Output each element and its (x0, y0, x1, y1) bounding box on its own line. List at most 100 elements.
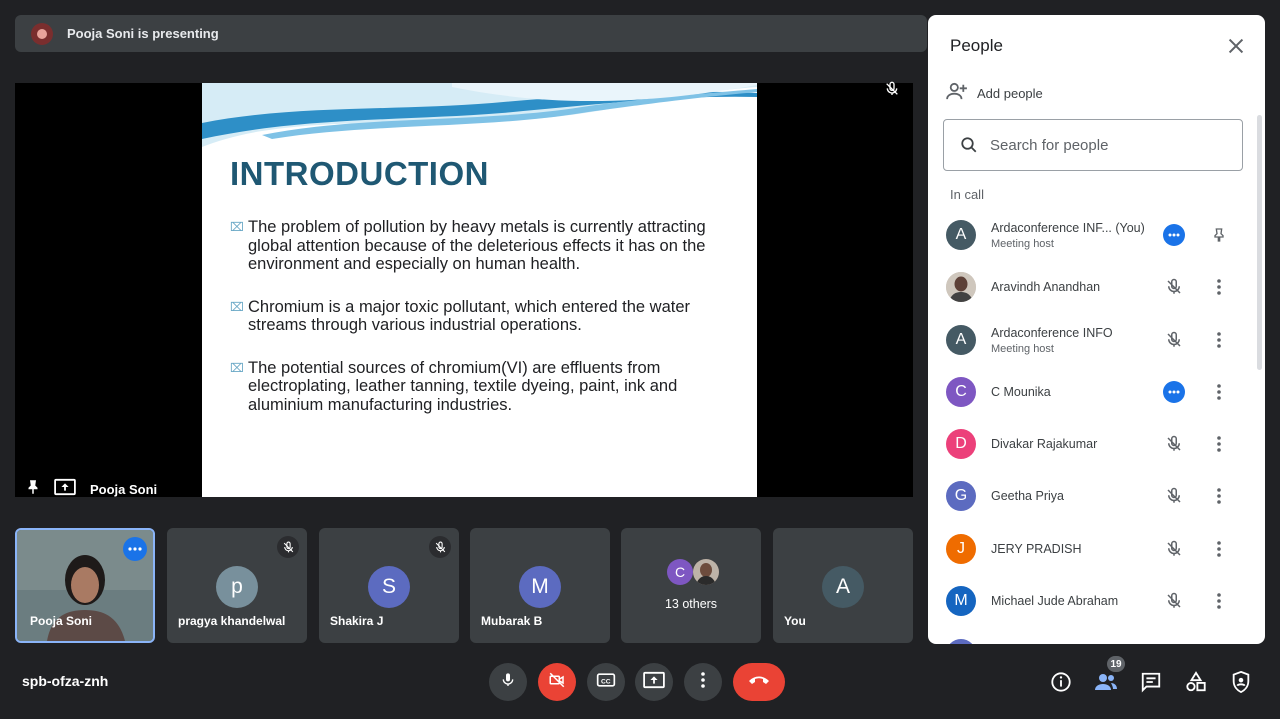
mic-off-icon (1162, 328, 1186, 352)
participant-name: Divakar Rajakumar (991, 437, 1098, 451)
participant-row[interactable]: A Ardaconference INF... (You) Meeting ho… (946, 215, 1246, 257)
camera-off-button[interactable] (538, 663, 576, 701)
participant-tile-shakira[interactable]: S Shakira J (319, 528, 459, 643)
pin-icon[interactable] (1207, 223, 1231, 247)
participant-avatar-partial (946, 639, 976, 644)
leave-call-button[interactable] (733, 663, 785, 701)
participant-tile-mubarak[interactable]: M Mubarak B (470, 528, 610, 643)
captions-button[interactable]: CC (587, 663, 625, 701)
speaking-indicator (1162, 223, 1186, 247)
more-vert-icon[interactable] (1207, 484, 1231, 508)
participant-avatar: J (946, 534, 976, 564)
close-icon[interactable] (1225, 35, 1247, 57)
mic-off-icon (1162, 484, 1186, 508)
person-add-icon (946, 82, 968, 105)
captions-icon: CC (596, 672, 616, 693)
participant-tile-pooja-soni[interactable]: Pooja Soni (15, 528, 155, 643)
participant-tile-you[interactable]: A You (773, 528, 913, 643)
more-vert-icon[interactable] (1207, 380, 1231, 404)
more-vert-icon[interactable] (1207, 275, 1231, 299)
meeting-code: spb-ofza-znh (22, 673, 109, 689)
participant-role: Meeting host (991, 343, 1054, 355)
people-icon[interactable] (1094, 670, 1118, 694)
in-call-heading: In call (950, 187, 984, 202)
mic-button[interactable] (489, 663, 527, 701)
participant-row[interactable]: G Geetha Priya (946, 476, 1246, 518)
pin-icon[interactable] (24, 478, 42, 501)
tile-name: Shakira J (330, 614, 384, 628)
activities-icon[interactable] (1184, 670, 1208, 694)
participant-name: Aravindh Anandhan (991, 280, 1101, 294)
mic-off-icon (1162, 589, 1186, 613)
search-box[interactable] (943, 119, 1243, 171)
more-vert-icon[interactable] (1207, 328, 1231, 352)
tile-name: pragya khandelwal (178, 614, 286, 628)
bullet-mark: ⌧ (230, 220, 244, 234)
search-input[interactable] (988, 135, 1232, 155)
tile-avatar: p (216, 566, 258, 608)
participant-row[interactable]: Aravindh Anandhan (946, 267, 1246, 309)
host-controls-icon[interactable] (1229, 670, 1253, 694)
participant-photo-avatar (946, 272, 976, 302)
participant-name: JERY PRADISH (991, 542, 1082, 556)
participant-avatar: D (946, 429, 976, 459)
slide-bullet: ⌧ The problem of pollution by heavy meta… (230, 218, 740, 274)
presentation-slide: INTRODUCTION ⌧ The problem of pollution … (202, 83, 757, 497)
panel-scrollbar[interactable] (1257, 115, 1262, 370)
tile-avatar: S (368, 566, 410, 608)
tile-name: Pooja Soni (30, 614, 93, 628)
chat-icon[interactable] (1139, 670, 1163, 694)
mic-off-icon (1162, 537, 1186, 561)
meeting-details-icon[interactable] (1049, 670, 1073, 694)
tile-avatar: M (519, 566, 561, 608)
tile-avatar: A (822, 566, 864, 608)
presenting-banner: Pooja Soni is presenting (15, 15, 927, 52)
add-people-label: Add people (977, 86, 1043, 101)
participant-avatar: G (946, 481, 976, 511)
bullet-mark: ⌧ (230, 360, 244, 375)
participant-name: Ardaconference INFO (991, 326, 1113, 340)
people-panel: People Add people In call A Ardaconferen… (928, 15, 1265, 644)
more-vert-icon (701, 671, 705, 693)
bullet-text: Chromium is a major toxic pollutant, whi… (248, 297, 691, 335)
slide-bullet: ⌧ Chromium is a major toxic pollutant, w… (230, 298, 740, 335)
more-vert-icon[interactable] (1207, 589, 1231, 613)
participant-name: Geetha Priya (991, 489, 1064, 503)
tile-name: You (784, 614, 806, 628)
participant-role: Meeting host (991, 238, 1054, 250)
others-avatar: C (667, 559, 693, 585)
camera-off-icon (547, 671, 567, 694)
more-options-button[interactable] (684, 663, 722, 701)
present-screen-icon (643, 671, 665, 694)
participant-row[interactable]: D Divakar Rajakumar (946, 424, 1246, 466)
participant-tile-pragya[interactable]: p pragya khandelwal (167, 528, 307, 643)
participant-row[interactable]: A Ardaconference INFO Meeting host (946, 320, 1246, 362)
participant-avatar: C (946, 377, 976, 407)
mic-off-icon (1162, 432, 1186, 456)
participant-row[interactable]: M Michael Jude Abraham (946, 581, 1246, 623)
bullet-text: The potential sources of chromium(VI) ar… (248, 358, 678, 414)
participant-name: Michael Jude Abraham (991, 594, 1119, 608)
participant-tile-others[interactable]: C 13 others (621, 528, 761, 643)
tile-more-options-icon[interactable] (123, 537, 147, 561)
mic-off-icon (1162, 275, 1186, 299)
search-icon (960, 136, 978, 154)
presenting-text: Pooja Soni is presenting (67, 26, 219, 41)
more-vert-icon[interactable] (1207, 537, 1231, 561)
others-count: 13 others (664, 597, 718, 611)
speaking-indicator (1162, 380, 1186, 404)
svg-text:CC: CC (601, 678, 611, 685)
panel-title: People (950, 36, 1003, 55)
participant-avatar: A (946, 220, 976, 250)
slide-bullets: ⌧ The problem of pollution by heavy meta… (230, 218, 740, 438)
tile-name: Mubarak B (481, 614, 543, 628)
participant-row[interactable]: J JERY PRADISH (946, 529, 1246, 571)
more-vert-icon[interactable] (1207, 432, 1231, 456)
participant-name: C Mounika (991, 385, 1051, 399)
add-people-button[interactable]: Add people (946, 82, 1043, 105)
participant-avatar: A (946, 325, 976, 355)
present-now-button[interactable] (635, 663, 673, 701)
participant-avatar: M (946, 586, 976, 616)
stage-presenter-name: Pooja Soni (90, 482, 158, 497)
participant-row[interactable]: C C Mounika (946, 372, 1246, 414)
